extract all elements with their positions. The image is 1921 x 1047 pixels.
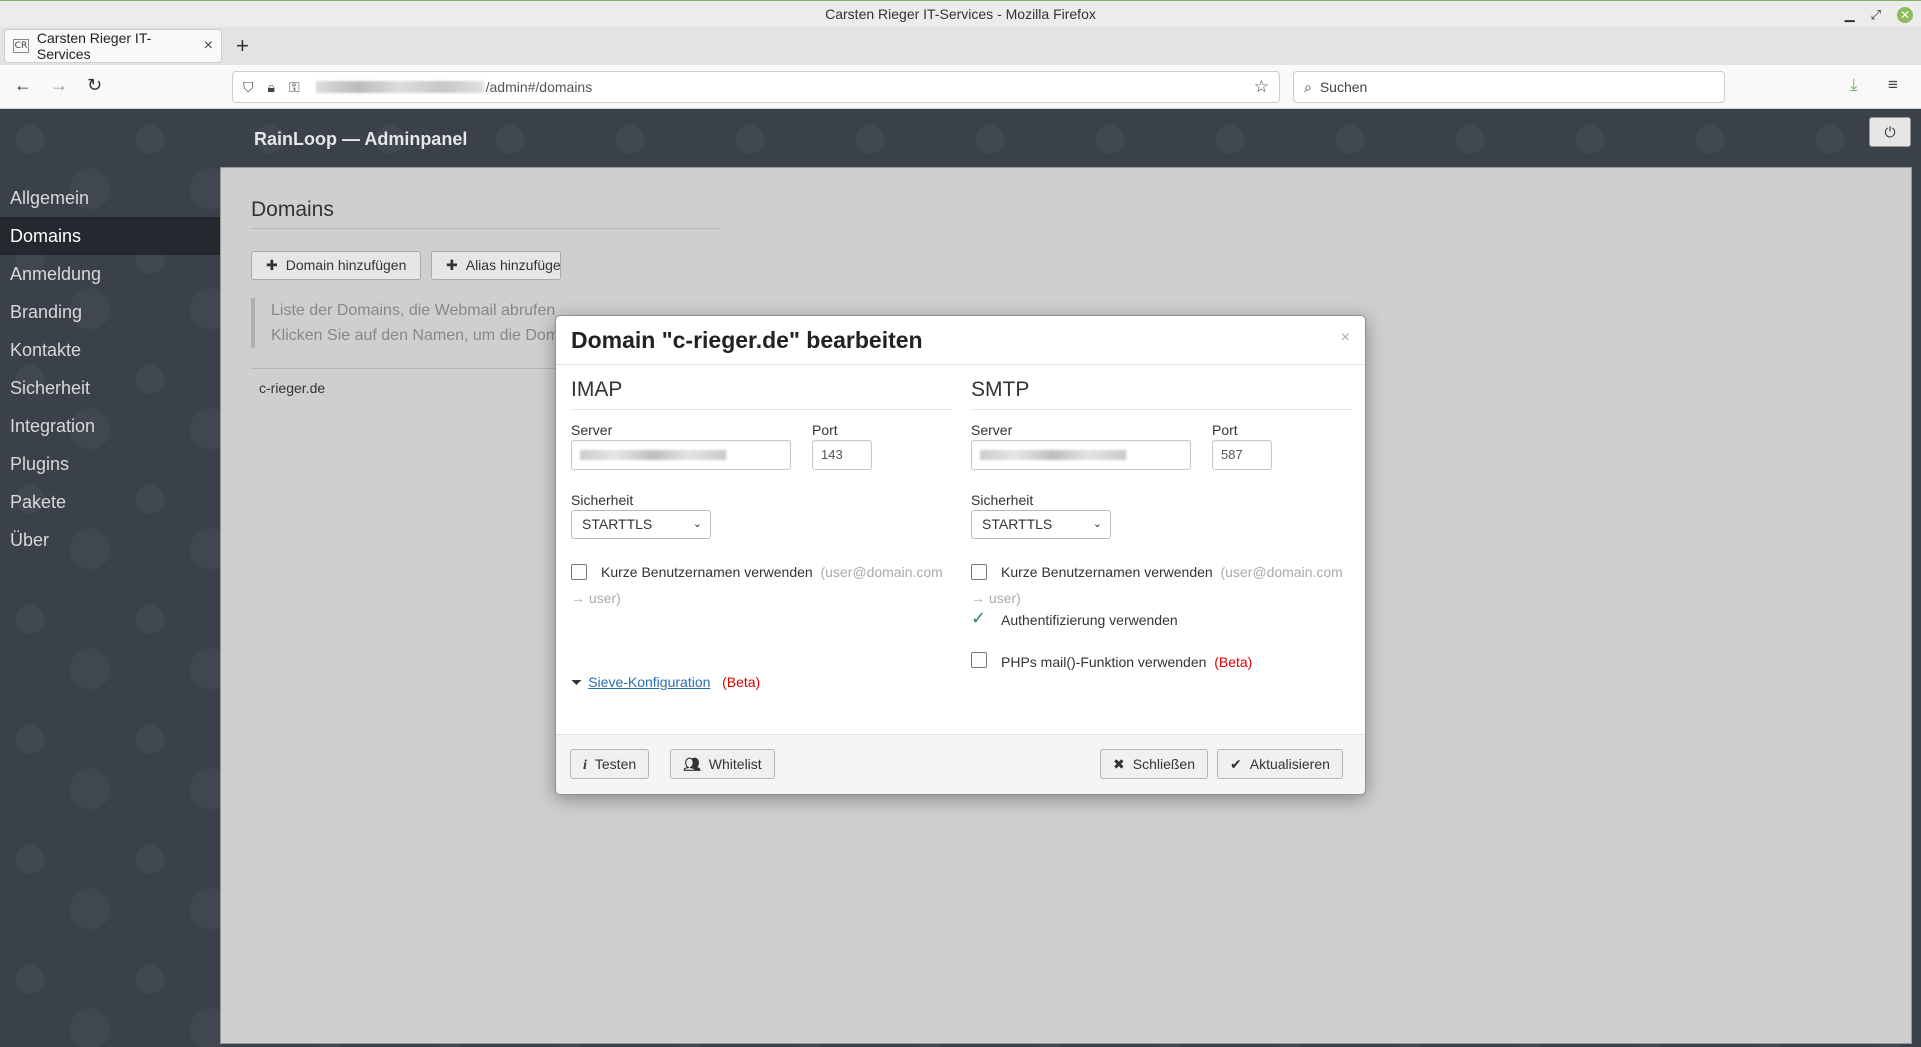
- url-bar[interactable]: ⛉ 🔒︎ ⚿ /admin#/domains ☆: [232, 71, 1280, 103]
- logout-button[interactable]: ⏻: [1869, 117, 1911, 147]
- chevron-down-icon: ⌄: [1092, 518, 1102, 530]
- beta-badge: (Beta): [722, 674, 761, 690]
- maximize-icon[interactable]: ⤢: [1871, 1, 1881, 28]
- search-placeholder: Suchen: [1319, 79, 1368, 95]
- favicon-icon: CR: [13, 39, 29, 53]
- sidebar-item-kontakte[interactable]: Kontakte: [0, 331, 220, 369]
- close-button[interactable]: ✖ Schließen: [1100, 749, 1208, 779]
- auth-checked-icon[interactable]: ✓: [971, 608, 986, 629]
- close-window-icon[interactable]: ✕: [1897, 6, 1913, 23]
- smtp-port-input[interactable]: 587: [1212, 440, 1272, 470]
- search-input[interactable]: ⌕ Suchen: [1293, 71, 1725, 103]
- sieve-config-link[interactable]: Sieve-Konfiguration: [588, 674, 710, 690]
- test-button[interactable]: i Testen: [570, 749, 650, 779]
- php-mail-label: PHPs mail()-Funktion verwenden: [1001, 654, 1207, 670]
- php-mail-checkbox[interactable]: [971, 652, 987, 668]
- sidebar-item-plugins[interactable]: Plugins: [0, 445, 220, 483]
- info-icon: i: [583, 758, 587, 773]
- browser-tab[interactable]: CR Carsten Rieger IT-Services ×: [4, 29, 222, 63]
- plus-icon: ✚: [446, 257, 458, 273]
- sidebar: Allgemein Domains Anmeldung Branding Kon…: [0, 179, 220, 559]
- add-domain-button[interactable]: ✚ Domain hinzufügen: [251, 251, 422, 280]
- forward-icon[interactable]: →: [50, 75, 68, 96]
- divider: [251, 228, 721, 229]
- app-header: RainLoop — Adminpanel: [254, 129, 468, 149]
- smtp-short-hint: (user@domain.com: [1220, 564, 1343, 580]
- update-button[interactable]: ✔ Aktualisieren: [1217, 749, 1343, 779]
- dialog-title: Domain "c-rieger.de" bearbeiten: [571, 327, 923, 353]
- power-icon: ⏻: [1884, 124, 1896, 140]
- window-title: Carsten Rieger IT-Services - Mozilla Fir…: [825, 6, 1096, 22]
- tab-strip: CR Carsten Rieger IT-Services × +: [0, 27, 1921, 65]
- beta-badge: (Beta): [1214, 654, 1253, 670]
- back-icon[interactable]: ←: [14, 75, 32, 96]
- redacted-value: [980, 450, 1126, 460]
- tab-title: Carsten Rieger IT-Services: [36, 30, 152, 62]
- imap-server-label: Server: [571, 422, 613, 438]
- smtp-section: SMTP Server Port 587 Sicherheit STARTTLS…: [971, 378, 1351, 670]
- imap-security-label: Sicherheit: [571, 492, 634, 508]
- smtp-heading: SMTP: [971, 378, 1351, 410]
- window-titlebar: Carsten Rieger IT-Services - Mozilla Fir…: [0, 0, 1921, 27]
- smtp-auth-label: Authentifizierung verwenden: [1001, 612, 1178, 628]
- users-icon: 👥︎: [683, 756, 701, 772]
- tab-close-icon[interactable]: ×: [204, 37, 213, 55]
- imap-security-select[interactable]: STARTTLS ⌄: [571, 510, 711, 539]
- imap-port-label: Port: [812, 422, 838, 438]
- add-alias-button[interactable]: ✚ Alias hinzufügen: [431, 251, 561, 280]
- sidebar-item-integration[interactable]: Integration: [0, 407, 220, 445]
- imap-heading: IMAP: [571, 378, 951, 410]
- reload-icon[interactable]: ↻: [87, 75, 102, 96]
- sidebar-item-sicherheit[interactable]: Sicherheit: [0, 369, 220, 407]
- filter-icon: ⏷: [571, 674, 583, 690]
- smtp-short-login-checkbox[interactable]: [971, 564, 987, 580]
- minimize-icon[interactable]: ▁: [1845, 1, 1855, 28]
- domain-list-item[interactable]: c-rieger.de: [259, 380, 325, 396]
- sidebar-item-branding[interactable]: Branding: [0, 293, 220, 331]
- lock-icon[interactable]: 🔒︎: [268, 79, 275, 96]
- nav-bar: ← → ↻ ⛉ 🔒︎ ⚿ /admin#/domains ☆ ⌕ Suchen …: [0, 65, 1921, 109]
- new-tab-icon[interactable]: +: [236, 33, 249, 59]
- close-icon[interactable]: ×: [1341, 329, 1350, 347]
- download-icon[interactable]: ⤓: [1850, 75, 1858, 95]
- imap-short-hint: (user@domain.com: [820, 564, 943, 580]
- sidebar-item-domains[interactable]: Domains: [0, 217, 220, 255]
- edit-domain-dialog: Domain "c-rieger.de" bearbeiten × IMAP S…: [555, 315, 1366, 795]
- url-path: /admin#/domains: [485, 79, 593, 95]
- app-area: RainLoop — Adminpanel ⏻ Allgemein Domain…: [0, 109, 1921, 1047]
- redacted-value: [580, 450, 726, 460]
- sidebar-item-ueber[interactable]: Über: [0, 521, 220, 559]
- smtp-server-label: Server: [971, 422, 1013, 438]
- sidebar-item-allgemein[interactable]: Allgemein: [0, 179, 220, 217]
- sidebar-item-anmeldung[interactable]: Anmeldung: [0, 255, 220, 293]
- smtp-security-label: Sicherheit: [971, 492, 1034, 508]
- search-icon: ⌕: [1304, 78, 1312, 95]
- smtp-port-label: Port: [1212, 422, 1238, 438]
- url-host-redacted: [315, 81, 484, 93]
- menu-icon[interactable]: ≡: [1888, 75, 1898, 95]
- smtp-short-login-label: Kurze Benutzernamen verwenden: [1001, 564, 1213, 580]
- smtp-short-hint-2: → user): [971, 590, 1021, 606]
- smtp-server-input[interactable]: [971, 440, 1191, 470]
- imap-port-input[interactable]: 143: [812, 440, 872, 470]
- whitelist-button[interactable]: 👥︎ Whitelist: [670, 749, 775, 779]
- imap-short-login-label: Kurze Benutzernamen verwenden: [601, 564, 813, 580]
- sidebar-item-pakete[interactable]: Pakete: [0, 483, 220, 521]
- imap-short-login-checkbox[interactable]: [571, 564, 587, 580]
- chevron-down-icon: ⌄: [692, 518, 702, 530]
- check-icon: ✔: [1230, 756, 1242, 772]
- imap-short-hint-2: → user): [571, 590, 621, 606]
- shield-icon[interactable]: ⛉: [243, 79, 254, 96]
- imap-server-input[interactable]: [571, 440, 791, 470]
- plus-icon: ✚: [266, 257, 278, 273]
- smtp-security-select[interactable]: STARTTLS ⌄: [971, 510, 1111, 539]
- imap-section: IMAP Server Port 143 Sicherheit STARTTLS…: [571, 378, 951, 690]
- close-icon: ✖: [1113, 756, 1125, 772]
- dialog-footer: i Testen 👥︎ Whitelist ✖ Schließen ✔ Aktualis…: [556, 734, 1365, 794]
- key-icon[interactable]: ⚿: [289, 79, 300, 96]
- page-title: Domains: [251, 198, 334, 221]
- bookmark-star-icon[interactable]: ☆: [1254, 77, 1269, 97]
